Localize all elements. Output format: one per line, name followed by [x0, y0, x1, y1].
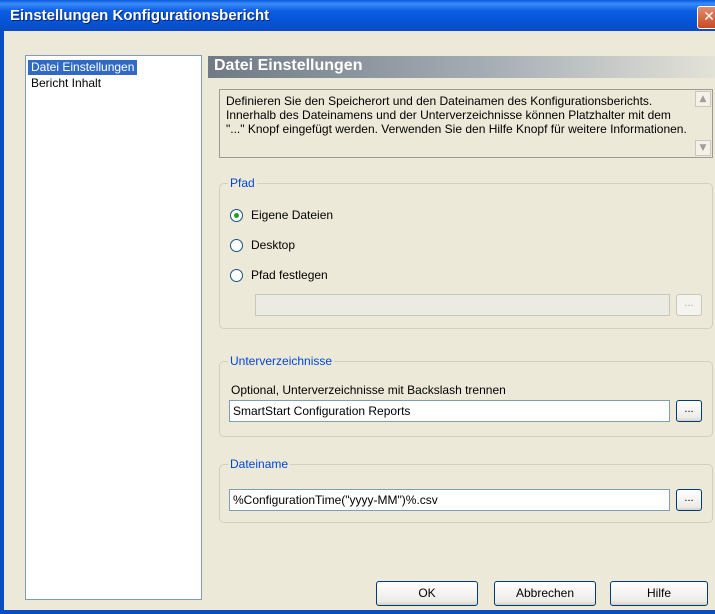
radio-label-desktop[interactable]: Desktop — [251, 238, 295, 252]
custom-path-input[interactable] — [255, 294, 670, 316]
radio-label-pfad-festlegen[interactable]: Pfad festlegen — [251, 268, 328, 282]
dateiname-input[interactable]: %ConfigurationTime("yyyy-MM")%.csv — [229, 489, 670, 511]
dialog-window: Einstellungen Konfigurationsbericht ✕ Da… — [0, 0, 715, 614]
page-header: Datei Einstellungen — [208, 56, 715, 78]
page-title: Datei Einstellungen — [214, 57, 363, 74]
scroll-up-button[interactable]: ▲ — [695, 91, 711, 107]
pfad-group: Pfad Eigene Dateien Desktop Pfad festleg… — [219, 176, 713, 329]
settings-nav-list[interactable]: Datei Einstellungen Bericht Inhalt — [25, 55, 202, 600]
unterverzeichnisse-group-title: Unterverzeichnisse — [228, 354, 335, 368]
cancel-button[interactable]: Abbrechen — [494, 581, 596, 606]
radio-selected-dot — [234, 213, 239, 218]
nav-item-bericht-inhalt[interactable]: Bericht Inhalt — [28, 76, 104, 91]
dateiname-browse-button[interactable]: ... — [676, 489, 702, 511]
chevron-up-icon: ▲ — [699, 94, 707, 104]
title-bar[interactable]: Einstellungen Konfigurationsbericht ✕ — [0, 0, 715, 31]
dateiname-group-title: Dateiname — [228, 457, 291, 471]
radio-label-eigene-dateien[interactable]: Eigene Dateien — [251, 208, 333, 222]
help-button[interactable]: Hilfe — [610, 581, 708, 606]
close-icon: ✕ — [703, 9, 715, 25]
radio-desktop[interactable] — [230, 239, 243, 252]
radio-eigene-dateien[interactable] — [230, 209, 243, 222]
unterverzeichnisse-input[interactable]: SmartStart Configuration Reports — [229, 400, 670, 422]
dateiname-group: Dateiname %ConfigurationTime("yyyy-MM")%… — [219, 457, 713, 523]
window-title: Einstellungen Konfigurationsbericht — [10, 7, 270, 24]
pfad-group-title: Pfad — [228, 176, 257, 190]
window-frame-left — [0, 31, 4, 614]
unterverzeichnisse-group: Unterverzeichnisse Optional, Unterverzei… — [219, 354, 713, 437]
close-button[interactable]: ✕ — [697, 6, 715, 29]
description-text: Definieren Sie den Speicherort und den D… — [226, 94, 687, 136]
custom-path-browse-button[interactable]: ... — [676, 294, 702, 316]
chevron-down-icon: ▼ — [699, 143, 707, 153]
window-frame-bottom — [0, 610, 715, 614]
ok-button[interactable]: OK — [376, 581, 478, 606]
nav-item-datei-einstellungen[interactable]: Datei Einstellungen — [28, 60, 138, 75]
description-scrollbar[interactable]: ▲ ▼ — [695, 91, 711, 156]
unterverzeichnisse-browse-button[interactable]: ... — [676, 400, 702, 422]
description-box[interactable]: Definieren Sie den Speicherort und den D… — [219, 89, 713, 158]
scroll-down-button[interactable]: ▼ — [695, 140, 711, 156]
radio-pfad-festlegen[interactable] — [230, 269, 243, 282]
unterverzeichnisse-hint: Optional, Unterverzeichnisse mit Backsla… — [231, 383, 506, 397]
